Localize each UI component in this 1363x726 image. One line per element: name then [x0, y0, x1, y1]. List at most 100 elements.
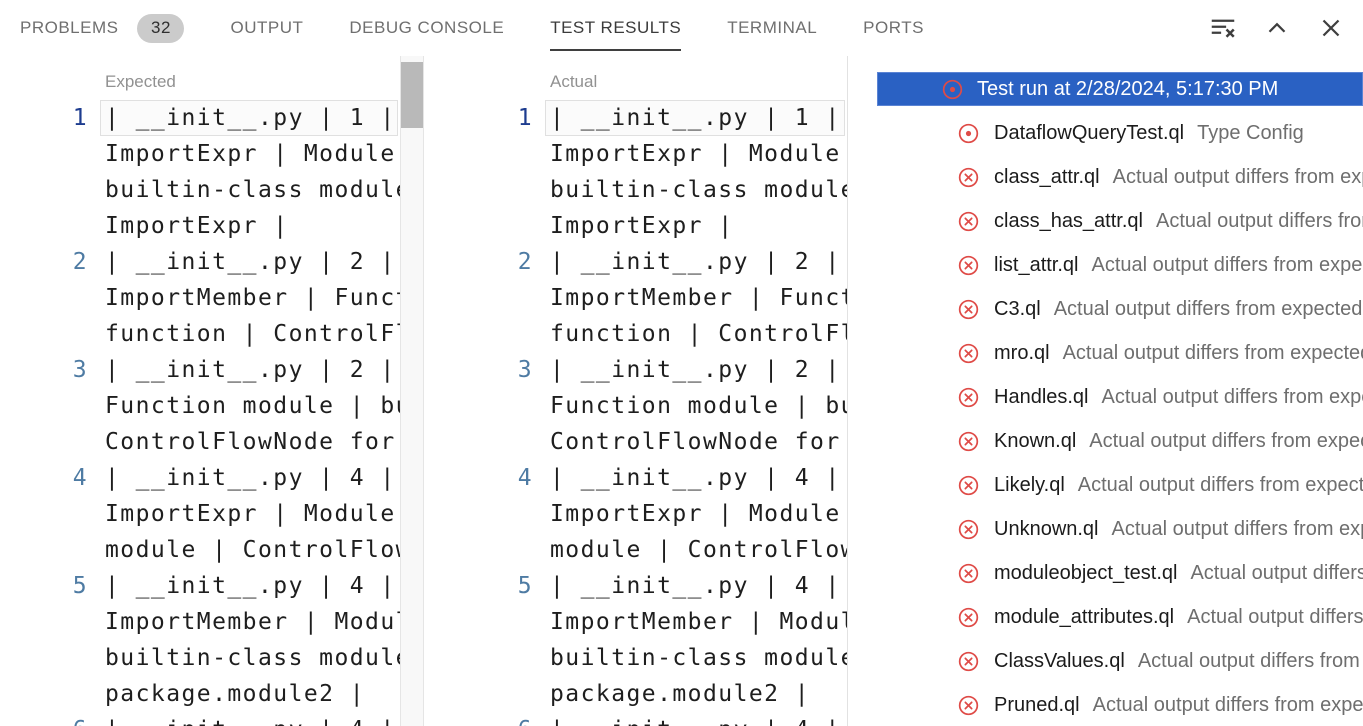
error-circle-x-icon	[957, 210, 980, 233]
test-item-row[interactable]: Unknown.qlActual output differs from exp…	[848, 507, 1363, 551]
code-line[interactable]: 2| __init__.py | 2 |	[0, 244, 400, 280]
code-line[interactable]: ImportExpr |	[0, 208, 400, 244]
test-item-row[interactable]: Handles.qlActual output differs from exp…	[848, 375, 1363, 419]
code-text: | __init__.py | 2 |	[105, 352, 396, 388]
test-item-row[interactable]: Pruned.qlActual output differs from expe…	[848, 683, 1363, 726]
test-item-message: Actual output differs from expected outp…	[1138, 650, 1363, 673]
test-item-message: Actual output differs from expected outp…	[1112, 518, 1363, 541]
error-circle-x-icon	[957, 430, 980, 453]
line-number: 6	[0, 712, 88, 726]
code-line[interactable]: ImportExpr | Module	[0, 136, 400, 172]
test-item-row[interactable]: Likely.qlActual output differs from expe…	[848, 463, 1363, 507]
error-circle-x-icon	[957, 650, 980, 673]
code-line[interactable]: builtin-class module	[445, 640, 847, 676]
tab-ports[interactable]: PORTS	[863, 0, 924, 56]
code-line[interactable]: ImportExpr |	[445, 208, 847, 244]
test-run-row[interactable]: Test run at 2/28/2024, 5:17:30 PM	[877, 72, 1363, 106]
code-line[interactable]: package.module2 |	[0, 676, 400, 712]
code-line[interactable]: ControlFlowNode for	[445, 424, 847, 460]
line-number	[0, 136, 88, 172]
code-line[interactable]: module | ControlFlow	[0, 532, 400, 568]
code-line[interactable]: builtin-class module	[445, 172, 847, 208]
error-circle-x-icon	[957, 518, 980, 541]
line-number	[445, 424, 533, 460]
code-line[interactable]: Function module | bu	[445, 388, 847, 424]
close-icon[interactable]	[1315, 12, 1347, 44]
code-line[interactable]: 6 | __init__.py | 4 |	[0, 712, 400, 726]
line-number: 4	[0, 460, 88, 496]
error-circle-dot-icon	[957, 122, 980, 145]
code-line[interactable]: 3| __init__.py | 2 |	[445, 352, 847, 388]
error-circle-x-icon	[957, 298, 980, 321]
clear-list-x-icon[interactable]	[1207, 12, 1239, 44]
code-text: ControlFlowNode for	[105, 424, 396, 460]
test-item-row[interactable]: ClassValues.qlActual output differs from…	[848, 639, 1363, 683]
line-number: 4	[445, 460, 533, 496]
code-line[interactable]: function | ControlFl	[0, 316, 400, 352]
line-number	[0, 604, 88, 640]
test-item-row[interactable]: Known.qlActual output differs from expec…	[848, 419, 1363, 463]
code-line[interactable]: ImportExpr | Module	[0, 496, 400, 532]
expected-pane: Expected 1| __init__.py | 1 |ImportExpr …	[0, 56, 424, 726]
code-text: ImportExpr |	[105, 208, 289, 244]
code-line[interactable]: ImportMember | Modul	[0, 604, 400, 640]
code-line[interactable]: ImportMember | Funct	[445, 280, 847, 316]
code-line[interactable]: 1| __init__.py | 1 |	[0, 100, 400, 136]
test-item-row[interactable]: module_attributes.qlActual output differ…	[848, 595, 1363, 639]
actual-pane: Actual 1| __init__.py | 1 |ImportExpr | …	[445, 56, 848, 726]
code-line[interactable]: builtin-class module	[0, 640, 400, 676]
test-item-filename: Known.ql	[994, 430, 1076, 453]
line-number	[0, 388, 88, 424]
code-line[interactable]: ImportExpr | Module	[445, 496, 847, 532]
test-item-filename: Pruned.ql	[994, 694, 1080, 717]
line-number: 5	[445, 568, 533, 604]
code-text: ImportExpr | Module	[550, 136, 841, 172]
code-line[interactable]: 5| __init__.py | 4 |	[445, 568, 847, 604]
tab-label: PROBLEMS	[20, 18, 118, 38]
line-number: 2	[445, 244, 533, 280]
test-item-row[interactable]: mro.qlActual output differs from expecte…	[848, 331, 1363, 375]
code-line[interactable]: Function module | bu	[0, 388, 400, 424]
tab-label: PORTS	[863, 18, 924, 38]
code-text: package.module2 |	[105, 676, 365, 712]
code-line[interactable]: builtin-class module	[0, 172, 400, 208]
code-line[interactable]: 3| __init__.py | 2 |	[0, 352, 400, 388]
error-circle-x-icon	[957, 694, 980, 717]
test-item-row[interactable]: DataflowQueryTest.qlType Config	[848, 111, 1363, 155]
actual-pane-title: Actual	[550, 72, 597, 92]
code-text: ImportExpr | Module	[550, 496, 841, 532]
test-item-filename: DataflowQueryTest.ql	[994, 122, 1184, 145]
test-item-row[interactable]: class_attr.qlActual output differs from …	[848, 155, 1363, 199]
tab-debug-console[interactable]: DEBUG CONSOLE	[349, 0, 504, 56]
test-item-row[interactable]: C3.qlActual output differs from expected…	[848, 287, 1363, 331]
code-line[interactable]: 2| __init__.py | 2 |	[445, 244, 847, 280]
code-text: Function module | bu	[105, 388, 400, 424]
code-text: ImportMember | Funct	[105, 280, 400, 316]
expected-scrollbar[interactable]	[400, 56, 424, 726]
test-item-row[interactable]: moduleobject_test.qlActual output differ…	[848, 551, 1363, 595]
code-line[interactable]: 1| __init__.py | 1 |	[445, 100, 847, 136]
code-text: package.module2 |	[550, 676, 810, 712]
code-line[interactable]: 4| __init__.py | 4 |	[445, 460, 847, 496]
code-line[interactable]: 4| __init__.py | 4 |	[0, 460, 400, 496]
tab-test-results[interactable]: TEST RESULTS	[550, 0, 681, 56]
code-line[interactable]: 5| __init__.py | 4 |	[0, 568, 400, 604]
test-item-row[interactable]: class_has_attr.qlActual output differs f…	[848, 199, 1363, 243]
test-item-filename: Handles.ql	[994, 386, 1089, 409]
code-line[interactable]: ImportMember | Modul	[445, 604, 847, 640]
line-number	[445, 208, 533, 244]
expected-scrollbar-thumb[interactable]	[401, 62, 423, 128]
tab-terminal[interactable]: TERMINAL	[727, 0, 817, 56]
tab-output[interactable]: OUTPUT	[230, 0, 303, 56]
code-line[interactable]: 6| __init__.py | 4 |	[445, 712, 847, 726]
code-line[interactable]: module | ControlFlow	[445, 532, 847, 568]
code-line[interactable]: function | ControlFl	[445, 316, 847, 352]
chevron-up-icon[interactable]	[1261, 12, 1293, 44]
code-line[interactable]: ImportExpr | Module	[445, 136, 847, 172]
code-line[interactable]: ControlFlowNode for	[0, 424, 400, 460]
code-text: | __init__.py | 4 |	[105, 712, 396, 726]
code-line[interactable]: package.module2 |	[445, 676, 847, 712]
code-line[interactable]: ImportMember | Funct	[0, 280, 400, 316]
tab-problems[interactable]: PROBLEMS32	[20, 0, 184, 56]
test-item-row[interactable]: list_attr.qlActual output differs from e…	[848, 243, 1363, 287]
